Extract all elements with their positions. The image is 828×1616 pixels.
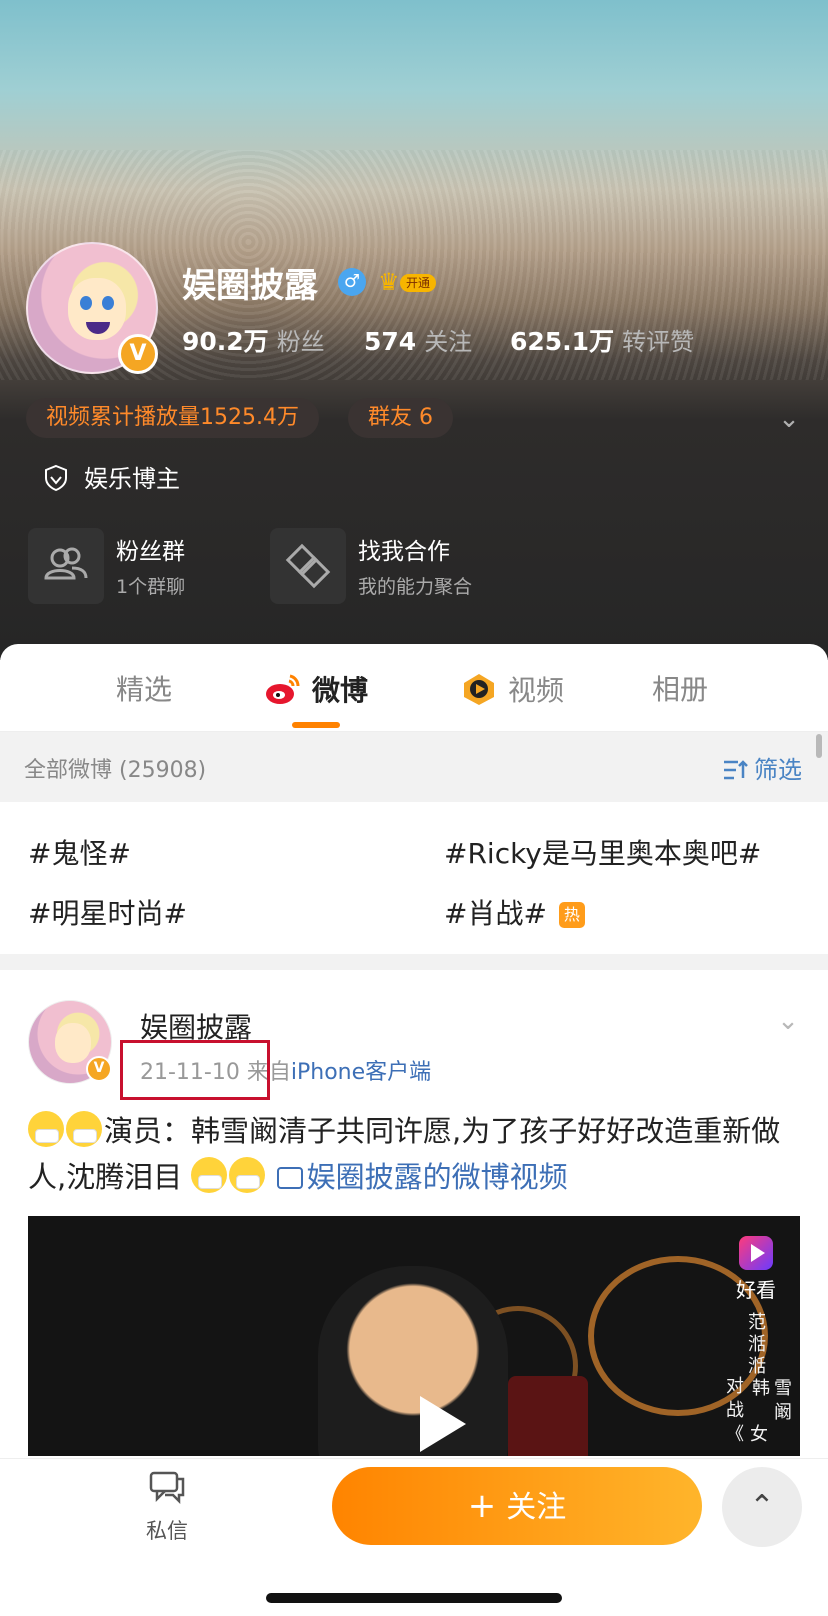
profile-name: 娱圈披露 — [182, 266, 318, 306]
topic-item[interactable]: #Ricky是马里奥本奥吧# — [444, 832, 761, 872]
filter-label: 筛选 — [754, 756, 802, 784]
chevron-up-icon[interactable]: ⌃ — [722, 1467, 802, 1547]
chevron-down-icon[interactable]: ⌄ — [774, 404, 804, 434]
video-overlay-char: 女 — [750, 1424, 768, 1445]
profile-header: V 娱圈披露 ♂ ♛ 开通 90.2万 粉丝 574 关注 625.1万 转评赞 视频… — [0, 0, 828, 660]
stat-value: 90.2万 — [182, 327, 269, 356]
mask-emoji-icon — [66, 1111, 102, 1147]
active-tab-indicator — [292, 722, 340, 728]
stat-value: 574 — [364, 327, 417, 356]
avatar-eye — [80, 296, 92, 310]
topic-item[interactable]: #肖战# 热 — [444, 892, 585, 932]
tab-weibo[interactable]: 微博 — [264, 670, 368, 710]
tab-featured[interactable]: 精选 — [116, 670, 172, 710]
section-divider — [0, 954, 828, 970]
follow-button[interactable]: + 关注 — [332, 1467, 702, 1545]
video-plays-pill[interactable]: 视频累计播放量1525.4万 — [26, 398, 319, 438]
shield-icon — [45, 464, 67, 492]
video-overlay-char: 湉 — [748, 1334, 766, 1355]
video-overlay-char: 阚 — [774, 1402, 792, 1423]
chevron-down-icon[interactable]: ⌄ — [772, 1006, 804, 1036]
tab-label: 微博 — [312, 674, 369, 707]
verified-badge-icon: V — [86, 1056, 112, 1082]
group-friends-pill[interactable]: 群友 6 — [348, 398, 453, 438]
follow-label: 关注 — [506, 1490, 567, 1525]
video-tab-icon — [464, 674, 494, 705]
mask-emoji-icon — [229, 1157, 266, 1193]
tab-label: 视频 — [508, 674, 565, 707]
card-title: 粉丝群 — [116, 539, 185, 565]
haokan-logo: 好看 — [736, 1236, 776, 1303]
scrollbar[interactable] — [816, 734, 822, 758]
video-overlay-char: 范 — [748, 1312, 766, 1333]
filter-button[interactable]: 筛选 — [722, 750, 802, 785]
fan-group-card[interactable]: 粉丝群 1个群聊 — [28, 528, 248, 604]
verified-badge-icon: V — [118, 334, 158, 374]
tab-album[interactable]: 相册 — [652, 670, 708, 710]
male-icon: ♂ — [338, 268, 366, 296]
card-title: 找我合作 — [358, 539, 450, 565]
post-text: 演员：韩雪阚清子共同许愿,为了孩子好好改造重新做人,沈腾泪目 娱圈披露的微博视频 — [28, 1108, 804, 1200]
filter-bar: 全部微博 (25908) 筛选 — [0, 732, 828, 802]
video-overlay-char: 《 — [726, 1424, 744, 1445]
topic-item[interactable]: #明星时尚# — [28, 892, 187, 932]
video-person — [318, 1266, 508, 1456]
hot-badge: 热 — [558, 902, 585, 928]
home-indicator — [266, 1593, 562, 1603]
stat-label: 关注 — [424, 328, 473, 356]
mask-emoji-icon — [28, 1111, 64, 1147]
card-subtitle: 我的能力聚合 — [358, 576, 473, 598]
handshake-icon — [270, 528, 346, 604]
filter-icon — [724, 760, 748, 780]
message-button[interactable]: 私信 — [140, 1469, 194, 1545]
message-label: 私信 — [146, 1519, 188, 1543]
cooperation-card[interactable]: 找我合作 我的能力聚合 — [270, 528, 530, 604]
video-link-icon — [276, 1167, 303, 1189]
tab-bar: 精选 微博 视频 相册 — [0, 644, 828, 732]
video-overlay-char: 对 — [726, 1376, 744, 1397]
video-link[interactable]: 娱圈披露的微博视频 — [276, 1160, 568, 1194]
plus-icon: + — [467, 1486, 497, 1526]
avatar-face — [55, 1023, 91, 1063]
video-overlay-char: 战 — [726, 1400, 744, 1421]
avatar-eye — [102, 296, 114, 310]
play-icon[interactable] — [420, 1396, 466, 1452]
stat-label: 转评赞 — [622, 328, 695, 356]
haokan-logo-icon — [739, 1236, 773, 1270]
stat-label: 粉丝 — [276, 328, 325, 356]
video-overlay-char: 湉 — [748, 1356, 766, 1377]
video-link-label: 娱圈披露的微博视频 — [306, 1160, 568, 1194]
video-brand: 好看 — [736, 1278, 776, 1302]
stat-likes[interactable]: 625.1万 转评赞 — [510, 322, 694, 358]
certification: 娱乐博主 — [42, 462, 180, 496]
topic-item[interactable]: #鬼怪# — [28, 832, 131, 872]
highlight-box — [120, 1040, 270, 1100]
weibo-count: 全部微博 (25908) — [24, 758, 207, 783]
stat-value: 625.1万 — [510, 327, 615, 356]
card-subtitle: 1个群聊 — [116, 576, 186, 598]
post-source[interactable]: iPhone客户端 — [291, 1060, 431, 1085]
message-icon — [149, 1471, 185, 1505]
stat-following[interactable]: 574 关注 — [364, 322, 472, 358]
certification-label: 娱乐博主 — [84, 465, 180, 493]
mask-emoji-icon — [191, 1157, 228, 1193]
topic-list: #鬼怪# #明星时尚# #Ricky是马里奥本奥吧# #肖战# 热 — [0, 802, 828, 954]
weibo-logo-icon — [266, 674, 300, 704]
vip-badge[interactable]: ♛ 开通 — [378, 268, 444, 296]
weibo-post: V 娱圈披露 21-11-10 来自iPhone客户端 ⌄ 演员：韩雪阚清子共同… — [0, 970, 828, 1470]
tab-video[interactable]: 视频 — [460, 670, 564, 710]
vip-open-tag: 开通 — [400, 274, 437, 292]
stat-fans[interactable]: 90.2万 粉丝 — [182, 322, 325, 358]
video-overlay-char: 韩 — [752, 1378, 770, 1399]
group-icon — [28, 528, 104, 604]
video-overlay-char: 雪 — [774, 1378, 792, 1399]
video-chair — [508, 1376, 588, 1456]
video-player[interactable]: 好看 范 湉 湉 对 战 《 女 韩 雪 阚 — [28, 1216, 800, 1456]
topic-label: #肖战# — [444, 897, 547, 930]
bottom-action-bar: 私信 + 关注 ⌃ — [0, 1458, 828, 1616]
